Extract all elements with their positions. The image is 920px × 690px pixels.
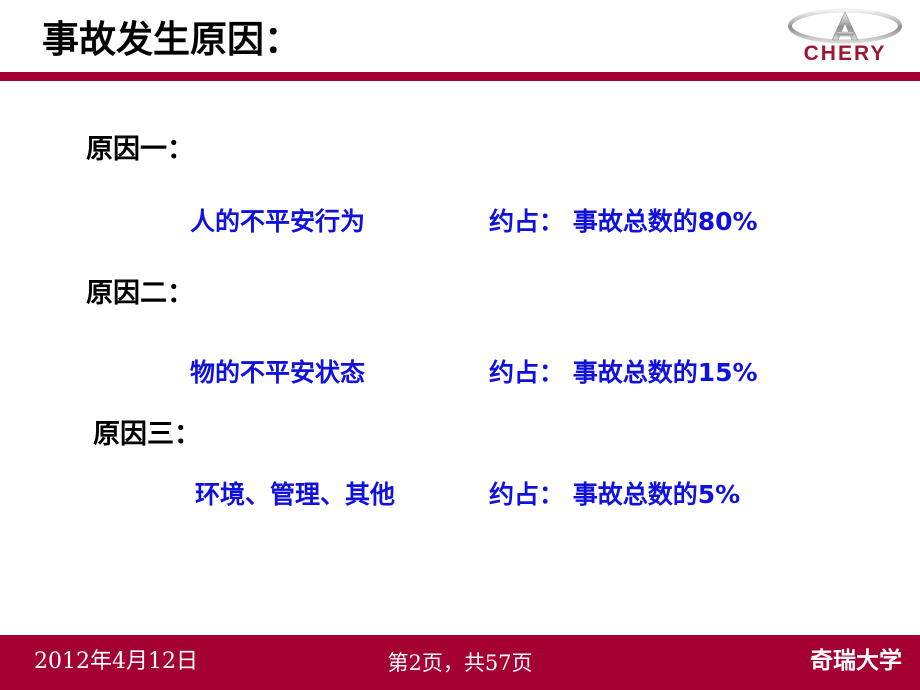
slide-footer: 2012年4月12日 第2页，共57页 奇瑞大学: [0, 635, 920, 690]
footer-page-number: 第2页，共57页: [387, 651, 533, 675]
cause-label: 原因三：: [93, 419, 201, 450]
footer-organization: 奇瑞大学: [810, 648, 902, 674]
header-divider: [0, 72, 920, 81]
cause-share: 约占： 事故总数的5%: [489, 480, 741, 509]
cause-share: 约占： 事故总数的15%: [489, 358, 758, 387]
cause-description: 人的不平安行为: [190, 207, 366, 236]
chery-emblem-icon: [786, 6, 904, 46]
slide-body: 原因一： 人的不平安行为 约占： 事故总数的80% 原因二： 物的不平安状态 约…: [0, 81, 920, 621]
cause-share: 约占： 事故总数的80%: [489, 207, 758, 236]
page-title: 事故发生原因：: [42, 18, 301, 61]
cause-label: 原因二：: [86, 278, 194, 309]
chery-wordmark: CHERY: [803, 42, 887, 65]
chery-logo: CHERY: [786, 6, 904, 68]
cause-description: 物的不平安状态: [190, 358, 366, 387]
cause-description: 环境、管理、其他: [195, 480, 396, 509]
slide-header: 事故发生原因： CHERY: [0, 0, 920, 81]
cause-label: 原因一：: [86, 134, 194, 165]
presentation-slide: 事故发生原因： CHERY 原因一： 人的不平安行为 约占： 事故总数的80% …: [0, 0, 920, 690]
